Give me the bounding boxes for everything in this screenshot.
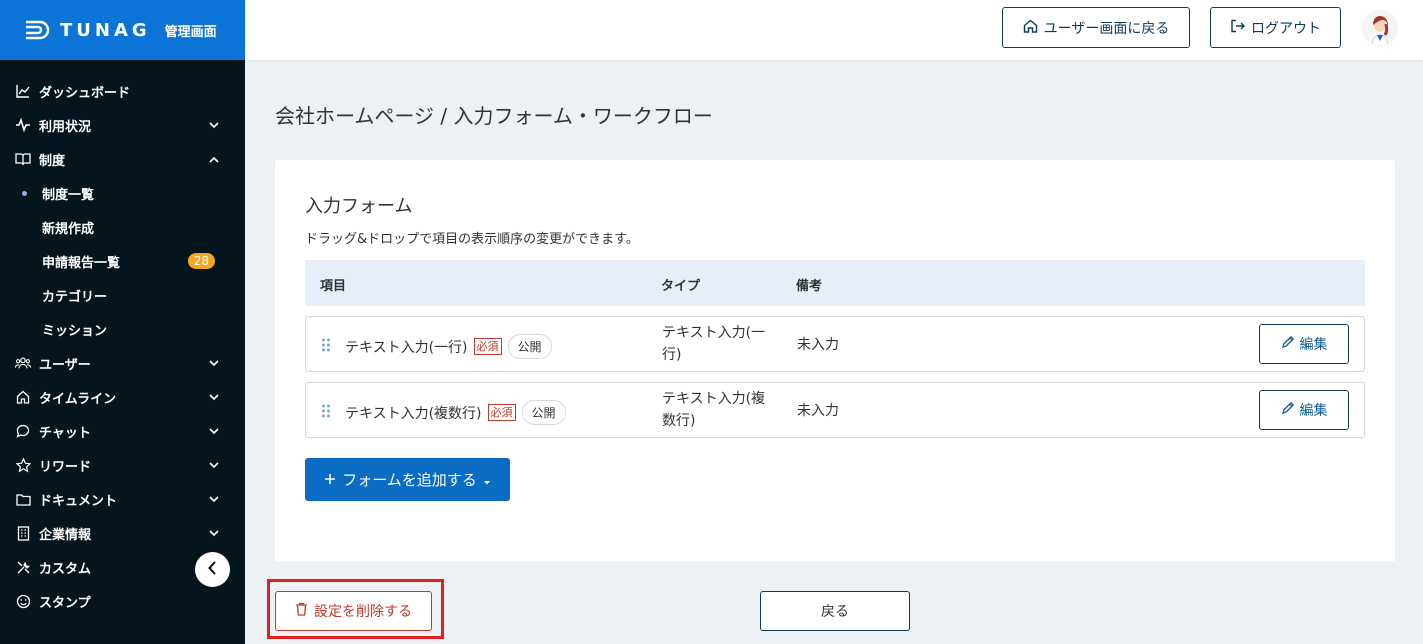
sidebar-subitem-new[interactable]: 新規作成 (0, 210, 245, 244)
home-icon (15, 389, 31, 405)
chevron-down-icon (209, 494, 219, 504)
sidebar-item-label: タイムライン (39, 391, 117, 407)
sidebar-item-document[interactable]: ドキュメント (0, 482, 245, 516)
book-icon (15, 151, 31, 167)
required-badge: 必須 (487, 404, 516, 421)
folder-icon (15, 491, 31, 507)
visibility-badge: 公開 (507, 334, 552, 359)
chart-line-icon (15, 83, 31, 99)
sidebar-item-timeline[interactable]: タイムライン (0, 380, 245, 414)
activity-icon (15, 117, 31, 133)
row-item-name: テキスト入力(複数行) 必須 公開 (345, 400, 566, 425)
card-title: 入力フォーム (305, 196, 413, 217)
tools-icon (15, 559, 31, 575)
drag-handle-icon[interactable] (321, 338, 331, 352)
drag-handle-icon[interactable] (321, 404, 331, 418)
brand-name: TUNAG (60, 19, 151, 41)
chevron-down-icon (209, 120, 219, 130)
logout-button[interactable]: ログアウト (1210, 7, 1341, 48)
sidebar-item-users[interactable]: ユーザー (0, 346, 245, 380)
star-icon (15, 457, 31, 473)
table-header: 項目 タイプ 備考 (305, 260, 1365, 306)
smile-icon (15, 593, 31, 609)
column-header-type: タイプ (661, 279, 701, 294)
page-title: 会社ホームページ / 入力フォーム・ワークフロー (275, 104, 713, 128)
input-form-card: 入力フォーム ドラッグ&ドロップで項目の表示順序の変更ができます。 項目 タイプ… (275, 160, 1395, 561)
brand-bar: TUNAG 管理画面 (0, 0, 245, 60)
back-label: 戻る (821, 604, 849, 620)
sidebar-item-reward[interactable]: リワード (0, 448, 245, 482)
tunag-logo[interactable]: TUNAG (24, 20, 151, 41)
card-description: ドラッグ&ドロップで項目の表示順序の変更ができます。 (305, 232, 639, 247)
sidebar-subitem-category[interactable]: カテゴリー (0, 278, 245, 312)
sidebar-item-system[interactable]: 制度 (0, 142, 245, 176)
row-item-note: 未入力 (797, 403, 839, 419)
sidebar-item-label: 利用状況 (39, 119, 92, 135)
column-header-item: 項目 (320, 279, 347, 294)
chevron-down-icon (209, 460, 219, 470)
back-to-user-screen-button[interactable]: ユーザー画面に戻る (1002, 7, 1190, 48)
sidebar-nav: ダッシュボード 利用状況 制度 制度一覧 新規作成 申請報告一覧 28 カテゴリ… (0, 60, 245, 618)
column-header-note: 備考 (796, 279, 823, 294)
sidebar-item-stamp[interactable]: スタンプ (0, 584, 245, 618)
chevron-left-icon (208, 560, 217, 579)
back-button[interactable]: 戻る (760, 591, 910, 631)
trash-icon (295, 602, 308, 620)
back-to-user-screen-label: ユーザー画面に戻る (1043, 20, 1170, 37)
chevron-up-icon (209, 154, 219, 164)
sidebar-subitem-mission[interactable]: ミッション (0, 312, 245, 346)
sidebar-item-label: 企業情報 (39, 527, 92, 543)
brand-subtitle: 管理画面 (164, 24, 217, 40)
delete-settings-button[interactable]: 設定を削除する (275, 591, 432, 631)
row-item-type: テキスト入力(一 行) (662, 325, 766, 363)
count-badge: 28 (187, 253, 215, 269)
sidebar-item-chat[interactable]: チャット (0, 414, 245, 448)
sidebar-item-label: チャット (39, 425, 91, 441)
users-icon (15, 355, 31, 371)
delete-settings-label: 設定を削除する (314, 604, 412, 620)
pencil-icon (1281, 335, 1295, 353)
tunag-logo-icon (24, 20, 52, 40)
add-form-button[interactable]: フォームを追加する (305, 458, 510, 501)
chevron-down-icon (209, 426, 219, 436)
edit-button[interactable]: 編集 (1259, 390, 1349, 430)
pencil-icon (1281, 401, 1295, 419)
row-item-note: 未入力 (797, 337, 839, 353)
chevron-down-icon (209, 358, 219, 368)
sidebar: TUNAG 管理画面 ダッシュボード 利用状況 制度 制度一覧 新規作成 申請報… (0, 0, 245, 644)
chevron-down-icon (209, 392, 219, 402)
row-item-name: テキスト入力(一行) 必須 公開 (345, 334, 552, 359)
table-row[interactable]: テキスト入力(一行) 必須 公開 テキスト入力(一 行) 未入力 編集 (305, 316, 1365, 372)
chat-bubble-icon (15, 423, 31, 439)
sidebar-item-usage[interactable]: 利用状況 (0, 108, 245, 142)
edit-button[interactable]: 編集 (1259, 324, 1349, 364)
logout-icon (1230, 19, 1245, 37)
sidebar-item-label: カスタム (39, 561, 92, 577)
sidebar-subitem-system-list[interactable]: 制度一覧 (0, 176, 245, 210)
sidebar-item-dashboard[interactable]: ダッシュボード (0, 74, 245, 108)
sidebar-item-label: ドキュメント (39, 493, 118, 509)
sidebar-item-company[interactable]: 企業情報 (0, 516, 245, 550)
sidebar-item-label: スタンプ (39, 595, 91, 611)
top-header: ユーザー画面に戻る ログアウト (245, 0, 1423, 60)
home-icon (1023, 19, 1038, 37)
avatar[interactable] (1362, 10, 1398, 46)
required-badge: 必須 (473, 338, 502, 355)
sidebar-collapse-button[interactable] (195, 552, 230, 587)
table-row[interactable]: テキスト入力(複数行) 必須 公開 テキスト入力(複 数行) 未入力 編集 (305, 382, 1365, 438)
row-item-type: テキスト入力(複 数行) (662, 391, 766, 429)
sidebar-item-label: リワード (39, 459, 92, 475)
visibility-badge: 公開 (521, 400, 566, 425)
building-icon (15, 525, 31, 541)
sidebar-item-label: ダッシュボード (39, 85, 131, 101)
logout-label: ログアウト (1251, 20, 1321, 37)
sidebar-item-label: ユーザー (39, 357, 91, 373)
caret-down-icon (483, 471, 491, 489)
chevron-down-icon (209, 528, 219, 538)
sidebar-subitem-applications[interactable]: 申請報告一覧 28 (0, 244, 245, 278)
add-form-label: フォームを追加する (342, 471, 477, 489)
sidebar-item-label: 制度 (39, 153, 66, 169)
plus-icon (324, 471, 336, 489)
